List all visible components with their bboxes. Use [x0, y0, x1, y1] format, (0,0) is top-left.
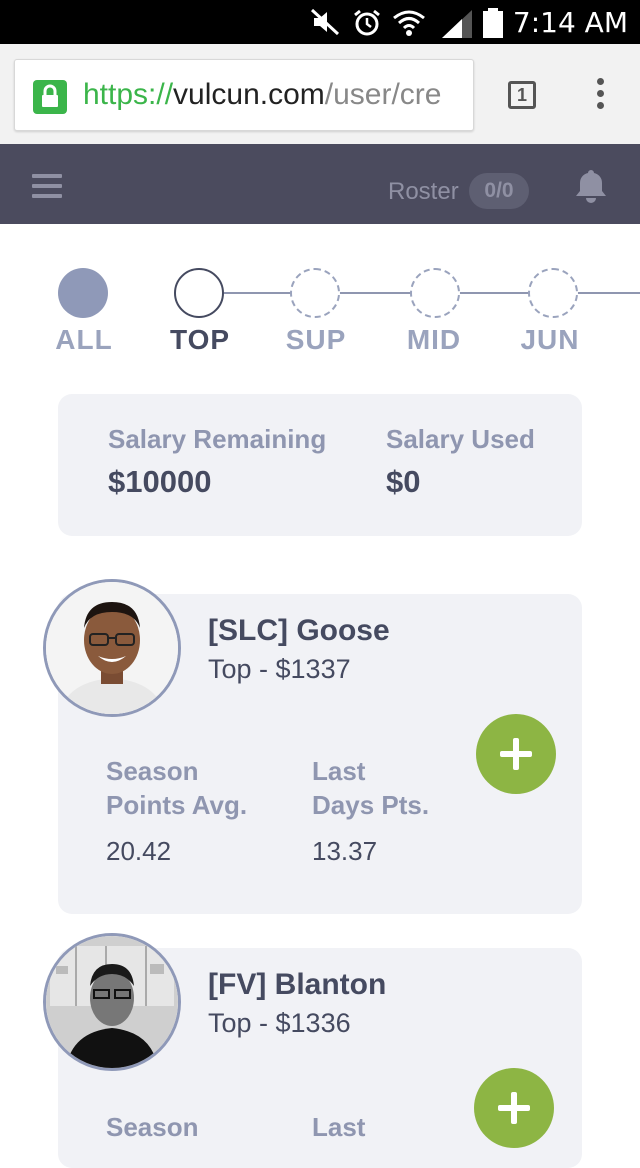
browser-menu-icon[interactable]: [590, 78, 610, 118]
season-points-label: Season Points Avg.: [106, 756, 248, 820]
add-player-button[interactable]: [474, 1068, 554, 1148]
mute-icon: [310, 8, 340, 36]
clock-time: 7:14 AM: [512, 6, 628, 39]
season-points-label: Season: [106, 1112, 199, 1142]
lock-icon: [33, 80, 67, 114]
status-bar: 7:14 AM: [0, 0, 640, 44]
salary-used-value: $0: [386, 464, 421, 499]
step-jun-label[interactable]: JUN: [500, 324, 600, 356]
step-mid-circle[interactable]: [410, 268, 460, 318]
salary-remaining-label: Salary Remaining: [108, 424, 327, 454]
step-all-label[interactable]: ALL: [34, 324, 134, 356]
season-points-value: 20.42: [106, 836, 172, 866]
menu-icon[interactable]: [32, 174, 62, 198]
url-path: /user/cre: [324, 78, 442, 111]
step-sup-circle[interactable]: [290, 268, 340, 318]
salary-remaining-value: $10000: [108, 464, 212, 499]
last-days-points-value: 13.37: [312, 836, 378, 866]
browser-toolbar: https://vulcun.com/user/cre 1: [0, 44, 640, 144]
roster-label[interactable]: Roster: [388, 178, 459, 206]
player-name: [SLC] Goose: [208, 614, 390, 647]
player-avatar: [43, 579, 181, 717]
step-all-circle[interactable]: [58, 268, 108, 318]
url-host: vulcun.com: [173, 78, 325, 111]
app-header: Roster 0/0: [0, 144, 640, 224]
url-scheme: https://: [83, 78, 174, 111]
player-role-salary: Top - $1336: [208, 1008, 351, 1038]
step-top-circle[interactable]: [174, 268, 224, 318]
address-bar[interactable]: https://vulcun.com/user/cre: [14, 59, 474, 131]
salary-summary: Salary Remaining $10000 Salary Used $0: [58, 394, 582, 536]
add-player-button[interactable]: [476, 714, 556, 794]
step-mid-label[interactable]: MID: [384, 324, 484, 356]
tab-switcher-button[interactable]: 1: [508, 81, 536, 109]
last-days-points-label: Last Days Pts.: [312, 756, 430, 820]
player-role-salary: Top - $1337: [208, 654, 351, 684]
alarm-icon: [354, 9, 380, 36]
step-jun-circle[interactable]: [528, 268, 578, 318]
player-name: [FV] Blanton: [208, 968, 387, 1001]
step-sup-label[interactable]: SUP: [266, 324, 366, 356]
player-avatar: [43, 933, 181, 1071]
roster-count-badge[interactable]: 0/0: [469, 173, 529, 209]
bell-icon[interactable]: [574, 168, 608, 204]
position-stepper: ALL TOP SUP MID JUN: [0, 224, 640, 374]
salary-used-label: Salary Used: [386, 424, 535, 454]
battery-icon: [483, 8, 503, 38]
url-text: https://vulcun.com/user/cre: [83, 78, 442, 112]
signal-icon: [442, 10, 472, 38]
wifi-icon: [393, 10, 425, 36]
step-top-label[interactable]: TOP: [150, 324, 250, 356]
last-days-points-label: Last: [312, 1112, 366, 1142]
